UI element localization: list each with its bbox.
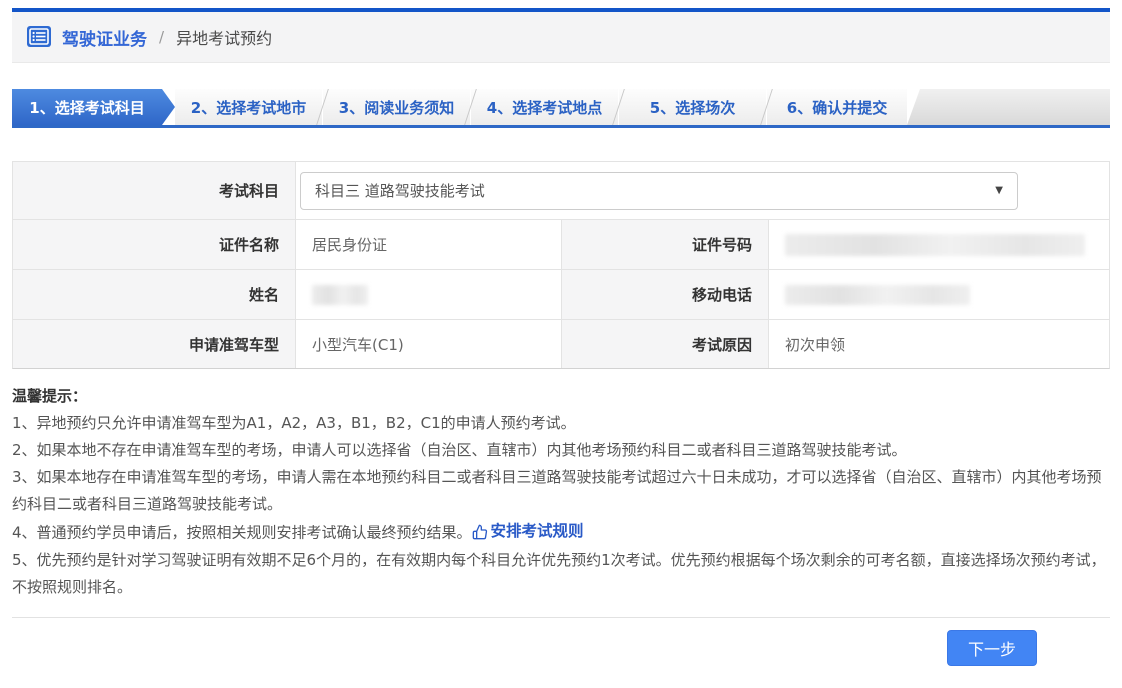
mobile-value	[769, 270, 1109, 320]
id-type-label: 证件名称	[13, 220, 296, 270]
tip-item-2: 2、如果本地不存在申请准驾车型的考场，申请人可以选择省（自治区、直辖市）内其他考…	[12, 441, 907, 459]
tip-item-3: 3、如果本地存在申请准驾车型的考场，申请人需在本地预约科目二或者科目三道路驾驶技…	[12, 468, 1102, 513]
thumbs-up-icon	[472, 524, 487, 539]
exam-reason-value: 初次申领	[769, 320, 1109, 368]
breadcrumb: 驾驶证业务 / 异地考试预约	[12, 8, 1110, 63]
step-tab-6-confirm-submit[interactable]: 6、确认并提交	[767, 89, 907, 125]
breadcrumb-separator: /	[159, 28, 165, 46]
name-label: 姓名	[13, 270, 296, 320]
page: 驾驶证业务 / 异地考试预约 1、选择考试科目 2、选择考试地市 3、阅读业务须…	[0, 0, 1122, 688]
mobile-label: 移动电话	[562, 270, 769, 320]
id-number-value	[769, 220, 1109, 270]
step-tab-2-select-city[interactable]: 2、选择考试地市	[175, 89, 322, 125]
tips-title: 温馨提示：	[12, 387, 88, 405]
chevron-down-icon: ▼	[995, 185, 1003, 196]
exam-rules-link-label: 安排考试规则	[490, 522, 584, 540]
vehicle-type-label: 申请准驾车型	[13, 320, 296, 368]
tip-item-4: 4、普通预约学员申请后，按照相关规则安排考试确认最终预约结果。 安排考试规则	[12, 518, 1110, 547]
step-tab-4-select-site[interactable]: 4、选择考试地点	[471, 89, 618, 125]
exam-subject-select[interactable]: 科目三 道路驾驶技能考试 ▼	[300, 171, 1018, 210]
footer-bar: 下一步	[12, 616, 1110, 666]
mobile-redacted-blur	[785, 284, 970, 305]
applicant-form-table: 考试科目 科目三 道路驾驶技能考试 ▼ 证件名称 居民身份证 证件号码 姓名 移…	[12, 161, 1110, 369]
vehicle-type-value: 小型汽车(C1)	[296, 320, 562, 368]
tip-item-4-text: 4、普通预约学员申请后，按照相关规则安排考试确认最终预约结果。	[12, 523, 472, 542]
id-type-value: 居民身份证	[296, 220, 562, 270]
exam-subject-selected-value: 科目三 道路驾驶技能考试	[315, 182, 485, 200]
id-number-label: 证件号码	[562, 220, 769, 270]
breadcrumb-section[interactable]: 驾驶证业务	[62, 25, 147, 50]
id-number-redacted-blur	[785, 233, 1085, 256]
warm-tips: 温馨提示： 1、异地预约只允许申请准驾车型为A1，A2，A3，B1，B2，C1的…	[12, 383, 1110, 601]
exam-subject-cell: 科目三 道路驾驶技能考试 ▼	[296, 162, 1109, 220]
breadcrumb-page: 异地考试预约	[176, 29, 273, 48]
next-step-button[interactable]: 下一步	[946, 629, 1037, 666]
exam-reason-label: 考试原因	[562, 320, 769, 368]
step-tab-1-select-subject[interactable]: 1、选择考试科目	[12, 89, 175, 125]
exam-rules-link[interactable]: 安排考试规则	[472, 518, 584, 545]
step-tabs: 1、选择考试科目 2、选择考试地市 3、阅读业务须知 4、选择考试地点 5、选择…	[12, 89, 1110, 128]
menu-list-icon	[26, 24, 52, 50]
step-tab-3-read-notice[interactable]: 3、阅读业务须知	[323, 89, 470, 125]
step-tab-5-select-session[interactable]: 5、选择场次	[619, 89, 766, 125]
name-redacted-blur	[312, 284, 368, 305]
exam-subject-label: 考试科目	[13, 162, 296, 220]
tip-item-5: 5、优先预约是针对学习驾驶证明有效期不足6个月的，在有效期内每个科目允许优先预约…	[12, 550, 1106, 596]
tip-item-1: 1、异地预约只允许申请准驾车型为A1，A2，A3，B1，B2，C1的申请人预约考…	[12, 414, 576, 432]
name-value	[296, 270, 562, 320]
step-tabs-filler	[907, 89, 1110, 125]
